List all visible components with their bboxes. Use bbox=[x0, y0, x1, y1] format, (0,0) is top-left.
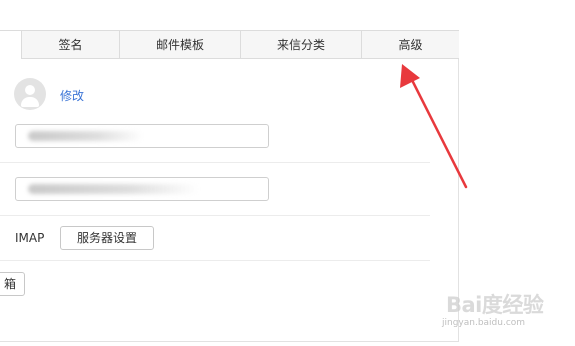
arrow-head bbox=[400, 64, 420, 88]
watermark-brand: Bai度经验 bbox=[446, 293, 544, 317]
arrow-shaft bbox=[410, 78, 468, 189]
watermark-url: jingyan.baidu.com bbox=[442, 318, 526, 328]
